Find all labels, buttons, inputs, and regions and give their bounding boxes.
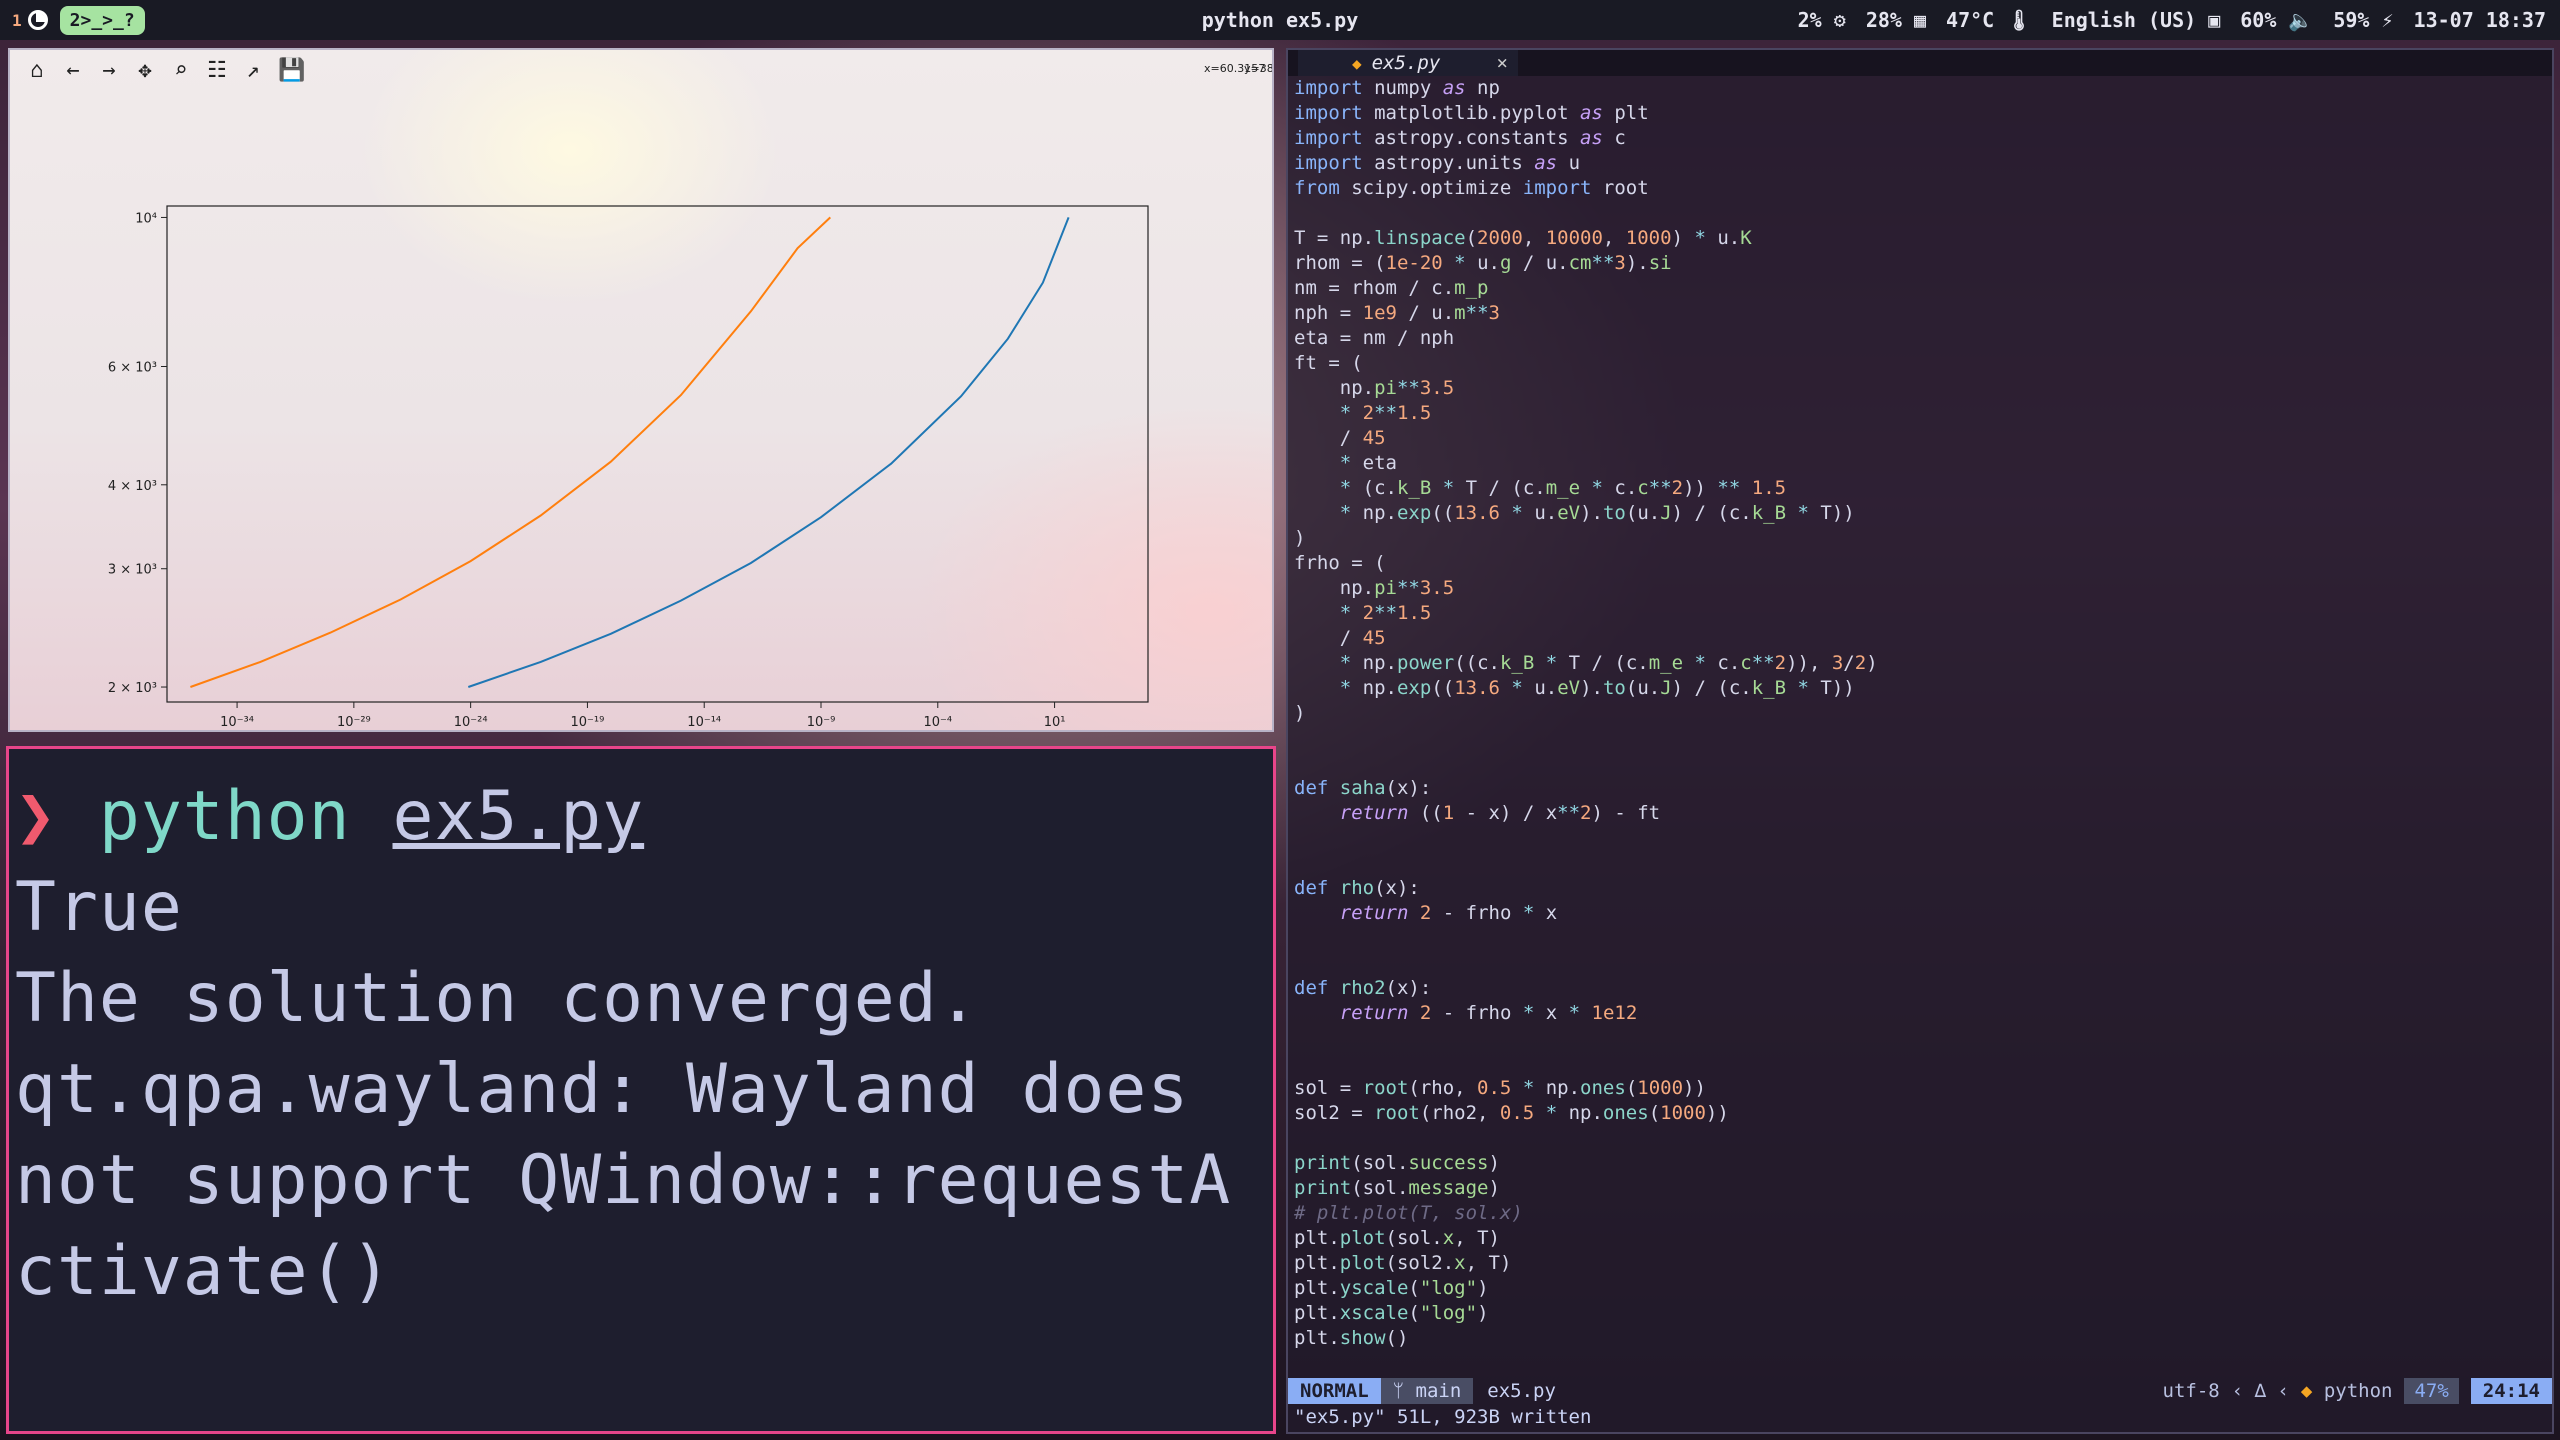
battery-charging-icon: ⚡: [2381, 8, 2394, 32]
workspace-circle-icon: [27, 10, 48, 30]
cursor-coordinates: x=60.3157 y=3832.84: [1204, 62, 1274, 75]
workspace-number: 1: [12, 10, 22, 30]
edit-axis-icon[interactable]: ↗: [242, 58, 264, 83]
clock: 13-07 18:37: [2413, 8, 2546, 32]
python-icon: ◆: [2300, 1379, 2313, 1402]
x-tick-label: 10⁻⁴: [923, 715, 952, 730]
prompt-arrow: ❯: [15, 777, 57, 856]
git-branch: ᛘ main: [1380, 1378, 1474, 1404]
y-tick-label: 4 × 10³: [108, 479, 157, 494]
coord-x: x=60.3157: [1204, 62, 1266, 75]
status-filename: ex5.py: [1487, 1379, 1556, 1402]
memory-icon: ▦: [1914, 8, 1927, 32]
pan-icon[interactable]: ✥: [134, 58, 156, 83]
plot-canvas[interactable]: 10⁻³⁴ 10⁻²⁹ 10⁻²⁴ 10⁻¹⁹ 10⁻¹⁴ 10⁻⁹ 10⁻⁴ 10¹ 10⁴…: [10, 90, 1272, 730]
brightness[interactable]: 60% 🔈: [2240, 8, 2313, 32]
status-tray: 2% ⚙ 28% ▦ 47°C 🌡 English (US) ▣ 60% 🔈 5…: [1798, 8, 2546, 32]
neovim-window[interactable]: ◆ ex5.py × import numpy as np import mat…: [1286, 48, 2554, 1434]
matplotlib-window[interactable]: ⌂ ← → ✥ ⌕ ☷ ↗ 💾 x=60.3157 y=3832.84 10⁻³…: [8, 48, 1274, 732]
x-tick-label: 10⁻¹⁴: [687, 715, 721, 730]
display-icon: ▣: [2208, 8, 2221, 32]
y-tick-label: 6 × 10³: [108, 360, 157, 375]
status-right: utf-8 ‹ ∆ ‹ ◆ python 47% 24:14: [2163, 1378, 2552, 1404]
x-tick-label: 10¹: [1044, 715, 1066, 730]
keyboard-layout[interactable]: English (US) ▣: [2052, 8, 2221, 32]
workspace-indicator[interactable]: 1 2>_>_?: [0, 5, 145, 35]
thermometer-icon: 🌡: [2006, 8, 2032, 32]
separator-icon: ‹ ∆ ‹: [2231, 1379, 2289, 1402]
terminal-argument[interactable]: ex5.py: [393, 777, 645, 856]
git-branch-icon: ᛘ: [1392, 1379, 1405, 1402]
x-tick-label: 10⁻²⁹: [337, 715, 371, 730]
file-encoding: utf-8: [2162, 1379, 2220, 1402]
message-line: "ex5.py" 51L, 923B written: [1294, 1406, 1592, 1428]
x-tick-label: 10⁻⁹: [807, 715, 836, 730]
prompt-line: ❯ python ex5.py: [15, 771, 1267, 862]
tab-line: ◆ ex5.py ×: [1288, 50, 2552, 76]
terminal-output-line: True: [15, 868, 183, 947]
cursor-position: 24:14: [2470, 1378, 2552, 1404]
back-icon[interactable]: ←: [62, 58, 84, 83]
code-buffer[interactable]: import numpy as np import matplotlib.pyp…: [1288, 76, 2552, 1351]
close-icon[interactable]: ×: [1497, 51, 1508, 76]
x-tick-label: 10⁻¹⁹: [571, 715, 605, 730]
volume[interactable]: 59% ⚡: [2333, 8, 2393, 32]
filetype: ◆ python: [2300, 1379, 2393, 1402]
cpu-icon: ⚙: [1833, 8, 1846, 32]
vim-mode: NORMAL: [1288, 1378, 1381, 1404]
temperature: 47°C 🌡: [1946, 8, 2032, 32]
y-tick-label: 3 × 10³: [108, 563, 157, 578]
tab-ex5-py[interactable]: ◆ ex5.py ×: [1298, 50, 1518, 76]
volume-icon: 🔈: [2288, 8, 2314, 32]
tab-label: ex5.py: [1371, 51, 1441, 74]
scroll-percent: 47%: [2404, 1378, 2459, 1404]
plot-axes: [166, 205, 1149, 703]
x-tick-label: 10⁻³⁴: [220, 715, 254, 730]
terminal-output-line: The solution converged.: [15, 959, 980, 1038]
cpu-usage: 2% ⚙: [1797, 8, 1846, 32]
y-tick-label: 2 × 10³: [108, 681, 157, 696]
configure-subplots-icon[interactable]: ☷: [206, 58, 228, 83]
coord-y: y=3832.84: [1244, 62, 1274, 75]
python-file-icon: ◆: [1352, 53, 1362, 73]
app-badge[interactable]: 2>_>_?: [59, 5, 145, 35]
status-line: NORMAL ᛘ main ex5.py utf-8 ‹ ∆ ‹ ◆ pytho…: [1288, 1378, 2552, 1404]
terminal-window[interactable]: ❯ python ex5.py True The solution conver…: [6, 746, 1276, 1434]
zoom-icon[interactable]: ⌕: [170, 58, 192, 83]
y-tick-label: 10⁴: [135, 211, 157, 226]
memory-usage: 28% ▦: [1865, 8, 1927, 32]
save-icon[interactable]: 💾: [278, 58, 305, 83]
terminal-command: python: [98, 777, 351, 856]
terminal-output-line: qt.qpa.wayland: Wayland does not support…: [15, 1050, 1232, 1311]
plot-toolbar: ⌂ ← → ✥ ⌕ ☷ ↗ 💾 x=60.3157 y=3832.84: [10, 50, 1272, 90]
forward-icon[interactable]: →: [98, 58, 120, 83]
series-line: [190, 216, 831, 688]
x-tick-label: 10⁻²⁴: [454, 715, 488, 730]
top-bar: 1 2>_>_? python ex5.py 2% ⚙ 28% ▦ 47°C 🌡…: [0, 0, 2560, 40]
home-icon[interactable]: ⌂: [26, 58, 48, 83]
